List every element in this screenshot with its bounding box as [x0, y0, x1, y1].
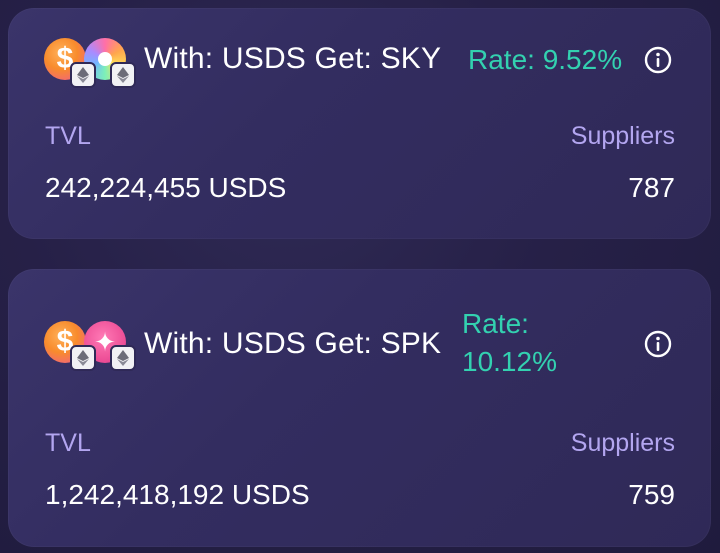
suppliers-value: 787 — [628, 172, 675, 203]
rate-label: Rate: — [462, 308, 529, 339]
pool-pair-title: With: USDS Get: SPK — [144, 327, 442, 360]
rate-value: 10.12% — [462, 346, 557, 377]
ethereum-icon — [110, 62, 136, 88]
token-pair-icons: $ — [44, 38, 136, 88]
suppliers-label: Suppliers — [570, 429, 675, 457]
pool-card-sky[interactable]: $ With: USDS Get: SKY Rate: 9.52% TVL Su… — [8, 8, 711, 239]
suppliers-label: Suppliers — [570, 122, 675, 150]
tvl-label: TVL — [45, 122, 91, 150]
pool-rate: Rate: 9.52% — [468, 44, 623, 75]
tvl-value: 242,224,455 USDS — [45, 172, 287, 203]
pool-pair-title: With: USDS Get: SKY — [144, 42, 442, 75]
suppliers-value: 759 — [628, 479, 675, 510]
ethereum-icon — [110, 345, 136, 371]
token-pair-icons: $ ✦ — [44, 321, 136, 371]
pool-rate: Rate: 10.12% — [462, 305, 572, 381]
pool-card-spk[interactable]: $ ✦ With: USDS Get: SPK Rate: 10.12% TVL… — [8, 269, 711, 547]
tvl-label: TVL — [45, 429, 91, 457]
ethereum-icon — [70, 62, 96, 88]
info-icon[interactable] — [644, 330, 672, 358]
info-icon[interactable] — [644, 46, 672, 74]
ethereum-icon — [70, 345, 96, 371]
tvl-value: 1,242,418,192 USDS — [45, 479, 310, 510]
